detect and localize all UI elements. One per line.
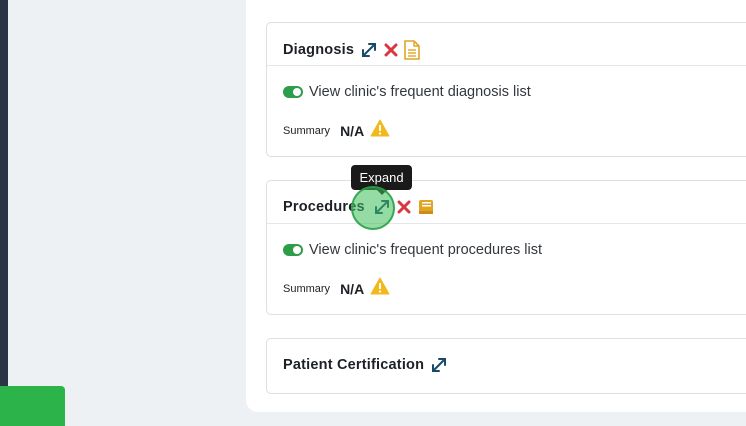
- delete-icon[interactable]: [397, 200, 411, 214]
- expand-icon[interactable]: [430, 356, 448, 374]
- diagnosis-title: Diagnosis: [283, 42, 355, 58]
- diagnosis-toggle-row: View clinic's frequent diagnosis list: [283, 84, 531, 100]
- procedures-divider: [267, 223, 746, 224]
- certification-title: Patient Certification: [283, 357, 425, 373]
- book-icon[interactable]: [417, 198, 435, 216]
- expand-icon[interactable]: [360, 41, 378, 59]
- procedures-toggle-label: View clinic's frequent procedures list: [309, 242, 542, 258]
- diagnosis-summary-label: Summary: [283, 124, 331, 137]
- delete-icon[interactable]: [384, 43, 398, 57]
- diagnosis-summary-value: N/A: [340, 122, 365, 139]
- diagnosis-divider: [267, 65, 746, 66]
- diagnosis-toggle-label: View clinic's frequent diagnosis list: [309, 84, 531, 100]
- expand-tooltip: Expand: [351, 165, 412, 195]
- diagnosis-summary-row: Summary N/A: [283, 119, 390, 142]
- warning-icon: [370, 119, 390, 142]
- document-icon[interactable]: [404, 40, 420, 60]
- left-sidebar-rail: [0, 0, 8, 420]
- procedures-card: Procedures View clinic's frequent proced…: [266, 180, 746, 315]
- procedures-summary-label: Summary: [283, 282, 331, 295]
- procedures-toggle-row: View clinic's frequent procedures list: [283, 242, 542, 258]
- procedures-summary-value: N/A: [340, 280, 365, 297]
- diagnosis-frequent-toggle[interactable]: [283, 86, 303, 98]
- green-action-button[interactable]: [0, 386, 65, 426]
- certification-header: Patient Certification: [283, 356, 454, 374]
- diagnosis-header: Diagnosis: [283, 40, 426, 60]
- procedures-summary-row: Summary N/A: [283, 277, 390, 300]
- certification-card: Patient Certification: [266, 338, 746, 394]
- warning-icon: [370, 277, 390, 300]
- diagnosis-card: Diagnosis View clinic's frequent diagnos…: [266, 22, 746, 157]
- procedures-frequent-toggle[interactable]: [283, 244, 303, 256]
- click-indicator: [351, 186, 395, 230]
